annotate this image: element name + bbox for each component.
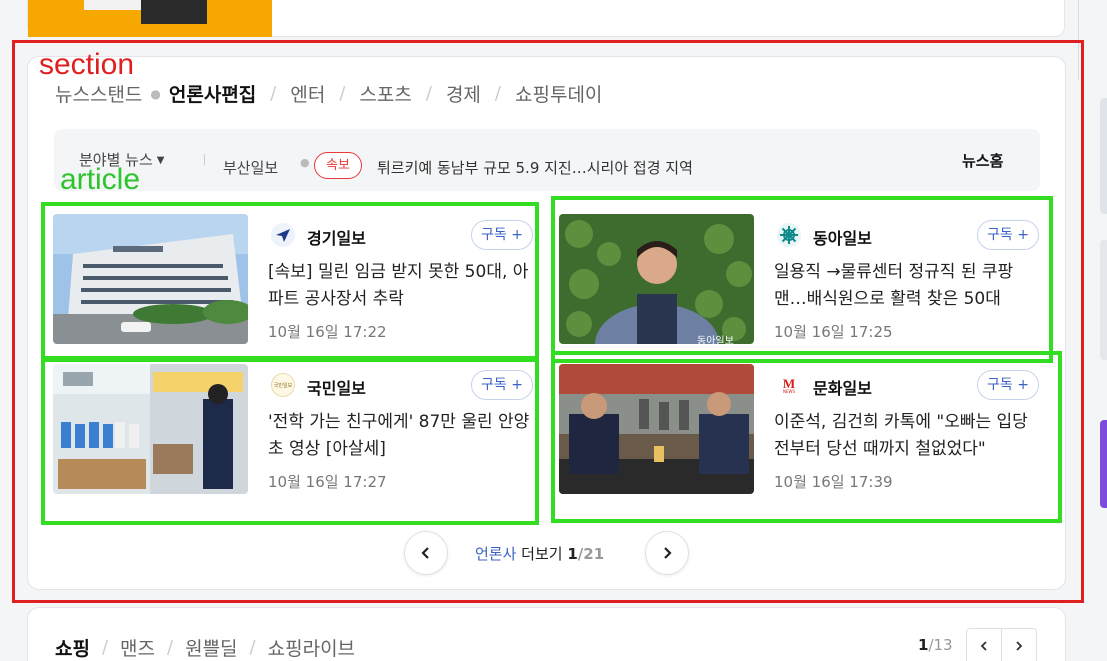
article-annotation-box <box>41 358 539 525</box>
chevron-right-icon <box>1016 641 1023 651</box>
tab-shopping[interactable]: 쇼핑 <box>55 634 90 661</box>
shopping-tabs: 쇼핑 / 맨즈 / 원쁠딜 / 쇼핑라이브 <box>55 634 355 661</box>
side-panel-accent <box>1100 420 1107 508</box>
shop-next-button[interactable] <box>1001 628 1037 661</box>
section-annotation-label: section <box>39 48 135 81</box>
shop-prev-button[interactable] <box>966 628 1002 661</box>
banner-shape-dark <box>141 0 207 24</box>
page: 뉴스스탠드 ● 언론사편집 / 엔터 / 스포츠 / 경제 / 쇼핑투데이 분야… <box>0 0 1107 661</box>
side-panel-block <box>1100 240 1107 360</box>
shop-page-current: 1 <box>918 636 929 654</box>
article-annotation-box <box>41 202 539 360</box>
tab-shopping-live[interactable]: 쇼핑라이브 <box>268 634 355 661</box>
article-annotation-box <box>551 351 1062 523</box>
tab-separator: / <box>167 637 174 658</box>
tab-one-plus-deal[interactable]: 원쁠딜 <box>185 634 237 661</box>
side-panel-block <box>1100 98 1107 214</box>
article-annotation-box <box>551 196 1053 363</box>
shopping-page-indicator: 1/13 <box>918 636 953 654</box>
chevron-left-icon <box>980 641 987 651</box>
tab-separator: / <box>101 637 109 658</box>
tab-mens[interactable]: 맨즈 <box>120 634 155 661</box>
tab-separator: / <box>249 637 256 658</box>
banner-ad-image[interactable] <box>28 0 272 37</box>
shop-page-total: /13 <box>928 636 953 654</box>
article-annotation-label: article <box>60 163 141 196</box>
